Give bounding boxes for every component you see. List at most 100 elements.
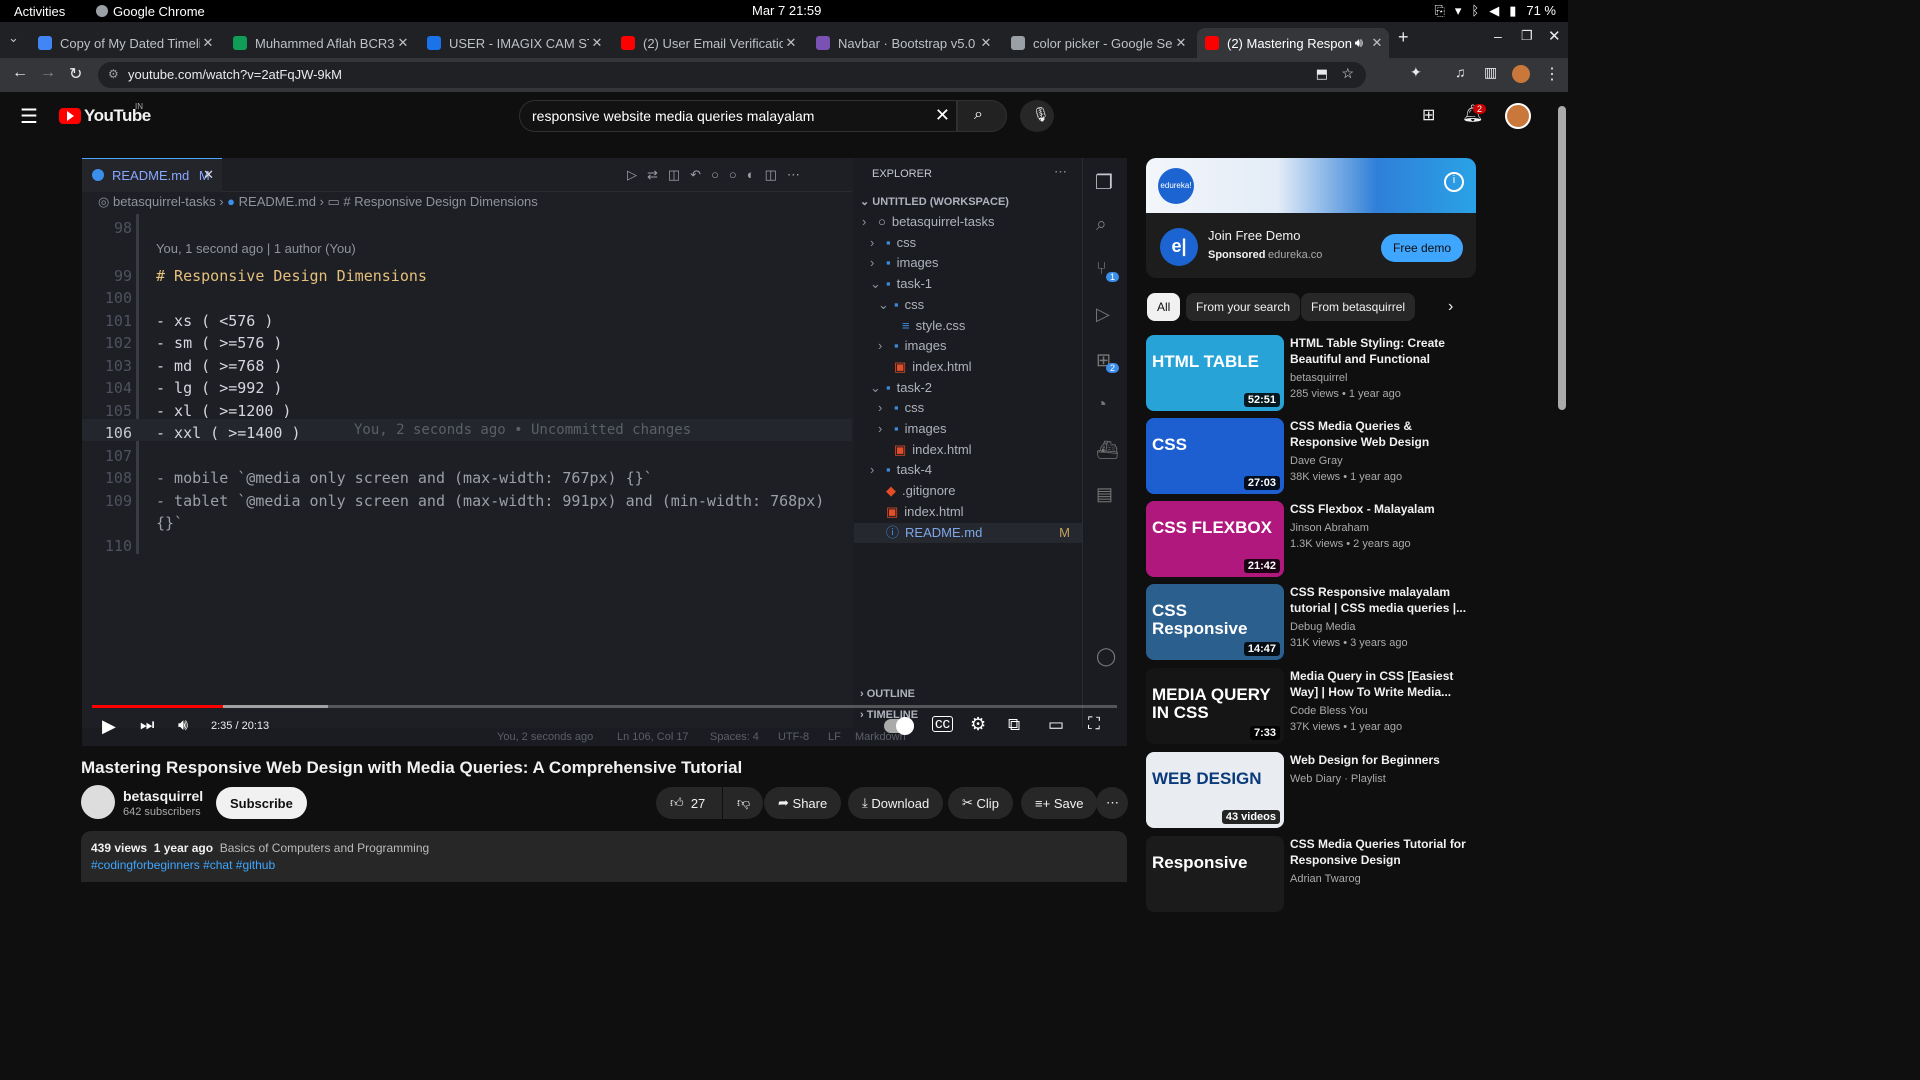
bluetooth-icon[interactable]: ᛒ [1471,3,1479,19]
volume-icon[interactable]: ◀ [1489,3,1499,19]
tab-search-icon[interactable]: ⌄ [8,30,19,46]
clip-button[interactable]: ✂ Clip [948,787,1013,819]
chip-from-search[interactable]: From your search [1186,293,1301,321]
scrollbar-thumb[interactable] [1558,106,1566,410]
browser-tab[interactable]: USER - IMAGIX CAM STO✕ [419,28,609,58]
chips-next-icon[interactable]: › [1448,298,1453,316]
code-line[interactable]: - mobile `@media only screen and (max-wi… [156,469,653,487]
bookmark-star-icon[interactable]: ☆ [1341,65,1354,82]
new-tab-button[interactable]: + [1398,27,1409,48]
video-thumbnail[interactable]: CSS FLEXBOX 21:42 [1146,501,1284,577]
address-bar[interactable]: ⚙ youtube.com/watch?v=2atFqJW-9kM ⬒ ☆ [98,62,1366,88]
video-thumbnail[interactable]: WEB DESIGN 43 videos [1146,752,1284,828]
chip-from-channel[interactable]: From betasquirrel [1301,293,1416,321]
wifi-icon[interactable]: ▾ [1455,3,1462,19]
code-line[interactable]: - xxl ( >=1400 ) [156,424,301,442]
screen-share-icon[interactable]: ⎘ [1434,3,1444,19]
recommended-title[interactable]: CSS Media Queries Tutorial for Responsiv… [1290,836,1470,868]
settings-gear-icon[interactable]: ⚙ [970,714,986,735]
ad-headline[interactable]: Join Free Demo [1208,228,1300,243]
recommended-video[interactable]: CSS 27:03 CSS Media Queries & Responsive W… [1146,418,1476,498]
recommended-channel[interactable]: Adrian Twarog [1290,873,1361,885]
site-info-icon[interactable]: ⚙ [108,67,119,81]
like-button[interactable]: 👍︎ 27 [656,787,722,819]
description-box[interactable]: 439 views 1 year ago Basics of Computers… [81,831,1127,882]
recommended-channel[interactable]: betasquirrel [1290,372,1347,384]
ad-banner[interactable]: edureka! i [1146,158,1476,213]
code-line[interactable]: - md ( >=768 ) [156,357,282,375]
chip-all[interactable]: All [1147,293,1181,321]
code-line[interactable]: # Responsive Design Dimensions [156,267,427,285]
tab-close-icon[interactable]: ✕ [1369,35,1385,51]
clear-search-icon[interactable]: ✕ [935,105,950,126]
theater-mode-icon[interactable]: ▭ [1048,715,1064,735]
recommended-title[interactable]: CSS Responsive malayalam tutorial | CSS … [1290,584,1470,616]
channel-name[interactable]: betasquirrel [123,788,203,804]
hamburger-menu-icon[interactable]: ☰ [20,104,38,129]
account-avatar[interactable] [1505,103,1531,129]
recommended-channel[interactable]: Code Bless You [1290,705,1368,717]
page-scrollbar[interactable] [1556,96,1568,882]
video-thumbnail[interactable]: HTML TABLE 52:51 [1146,335,1284,411]
battery-icon[interactable]: ▮ [1509,3,1516,19]
browser-tab[interactable]: Navbar · Bootstrap v5.0 ✕ [808,28,998,58]
recommended-title[interactable]: Web Design for Beginners [1290,752,1470,768]
restore-icon[interactable]: ❐ [1521,28,1533,44]
more-actions-button[interactable]: ⋯ [1096,787,1128,819]
video-thumbnail[interactable]: MEDIA QUERY IN CSS 7:33 [1146,668,1284,744]
recommended-title[interactable]: HTML Table Styling: Create Beautiful and… [1290,335,1470,369]
recommended-video[interactable]: CSS Responsive 14:47 CSS Responsive malaya… [1146,584,1476,664]
tab-close-icon[interactable]: ✕ [1173,35,1189,51]
recommended-channel[interactable]: Debug Media [1290,621,1355,633]
captions-icon[interactable]: cc [932,716,953,732]
sponsored-ad[interactable]: edureka! i e| Join Free Demo Sponsored e… [1146,158,1476,278]
browser-tab[interactable]: color picker - Google Sea ✕ [1003,28,1193,58]
recommended-title[interactable]: CSS Media Queries & Responsive Web Desig… [1290,418,1470,452]
ad-info-icon[interactable]: i [1444,172,1464,192]
progress-bar[interactable] [92,705,1117,708]
recommended-channel[interactable]: Dave Gray [1290,455,1343,467]
code-line[interactable]: - tablet `@media only screen and (max-wi… [156,492,824,510]
video-category[interactable]: Basics of Computers and Programming [220,841,429,855]
profile-avatar[interactable] [1512,65,1530,83]
clock[interactable]: Mar 7 21:59 [752,3,821,18]
recommended-channel[interactable]: Jinson Abraham [1290,522,1369,534]
chrome-menu-icon[interactable]: ⋮ [1544,64,1560,84]
reload-icon[interactable]: ↻ [69,64,82,84]
minimize-icon[interactable]: – [1494,28,1502,44]
recommended-title[interactable]: Media Query in CSS [Easiest Way] | How T… [1290,668,1470,700]
subscribe-button[interactable]: Subscribe [216,787,307,819]
save-button[interactable]: ≡+ Save [1021,787,1098,819]
fullscreen-icon[interactable]: ⛶ [1088,714,1100,734]
miniplayer-icon[interactable]: ⧉ [1008,715,1020,735]
recommended-title[interactable]: CSS Flexbox - Malayalam [1290,501,1470,517]
install-app-icon[interactable]: ⬒ [1316,66,1328,82]
video-player[interactable]: README.md M ✕ ▷⇄◫↶○○◐◫⋯ ◎ betasquirrel-t… [82,158,1127,746]
recommended-video[interactable]: CSS FLEXBOX 21:42 CSS Flexbox - Malayalam J… [1146,501,1476,581]
recommended-video[interactable]: Responsive CSS Media Queries Tutorial for… [1146,836,1476,916]
code-line[interactable]: - xl ( >=1200 ) [156,402,291,420]
code-line[interactable]: - lg ( >=992 ) [156,379,282,397]
download-button[interactable]: ⤓ Download [848,787,944,819]
autoplay-toggle[interactable] [884,717,914,735]
tab-close-icon[interactable]: ✕ [978,35,994,51]
recommended-video[interactable]: HTML TABLE 52:51 HTML Table Styling: Creat… [1146,335,1476,415]
recommended-video[interactable]: WEB DESIGN 43 videos Web Design for Beginn… [1146,752,1476,832]
close-window-icon[interactable]: ✕ [1548,27,1561,45]
dislike-button[interactable]: 👎︎ [723,787,763,819]
search-input[interactable]: responsive website media queries malayal… [519,100,957,132]
video-thumbnail[interactable]: Responsive [1146,836,1284,912]
channel-avatar[interactable] [81,785,115,819]
recommended-channel[interactable]: Web Diary · Playlist [1290,773,1386,785]
create-video-icon[interactable]: ⊞ [1422,105,1435,125]
tab-close-icon[interactable]: ✕ [783,35,799,51]
code-line[interactable]: {}` [156,514,183,532]
extensions-icon[interactable]: ✦ [1410,64,1422,81]
media-control-icon[interactable]: ♫ [1455,64,1466,80]
app-menu[interactable]: Google Chrome [96,4,205,19]
code-line[interactable]: - xs ( <576 ) [156,312,273,330]
forward-icon[interactable]: → [40,64,56,82]
hashtags[interactable]: #codingforbeginners #chat #github [91,858,1117,872]
recommended-video[interactable]: MEDIA QUERY IN CSS 7:33 Media Query in CSS… [1146,668,1476,748]
tab-audio-icon[interactable]: 🔊︎ [1355,35,1363,51]
